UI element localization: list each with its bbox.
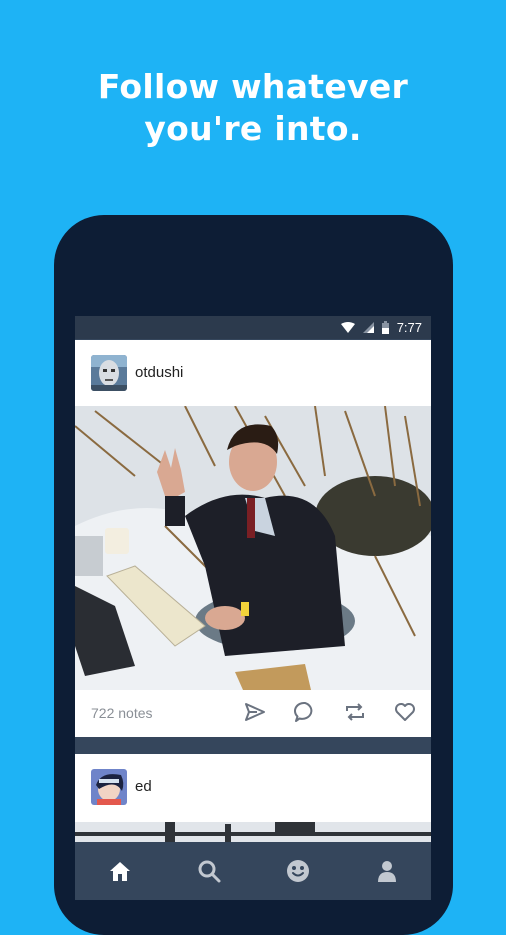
post-card: otdushi 722 notes <box>75 340 431 737</box>
post-footer: 722 notes <box>75 690 431 737</box>
post-photo[interactable] <box>75 406 431 690</box>
home-icon[interactable] <box>107 858 133 884</box>
post-header: otdushi <box>75 340 431 406</box>
headline-line-2: you're into. <box>144 109 362 148</box>
post-header: ed <box>75 754 431 820</box>
notes-count[interactable]: 722 notes <box>91 705 153 721</box>
share-icon[interactable] <box>243 700 267 724</box>
account-icon[interactable] <box>374 858 400 884</box>
username[interactable]: otdushi <box>135 364 183 381</box>
status-bar: 7:77 <box>75 316 431 339</box>
phone-screen: 7:77 otdushi 722 notes ed <box>75 316 431 900</box>
wifi-icon <box>340 322 355 333</box>
reblog-icon[interactable] <box>343 700 367 724</box>
battery-icon <box>381 321 389 334</box>
smiley-icon[interactable] <box>285 858 311 884</box>
cell-signal-icon <box>362 322 374 333</box>
bottom-nav <box>75 842 431 900</box>
like-icon[interactable] <box>393 700 417 724</box>
avatar[interactable] <box>91 355 127 391</box>
status-time: 7:77 <box>396 320 422 335</box>
reply-icon[interactable] <box>293 700 317 724</box>
username[interactable]: ed <box>135 778 152 795</box>
headline: Follow whatever you're into. <box>0 66 506 150</box>
search-icon[interactable] <box>196 858 222 884</box>
avatar[interactable] <box>91 769 127 805</box>
headline-line-1: Follow whatever <box>97 67 409 106</box>
